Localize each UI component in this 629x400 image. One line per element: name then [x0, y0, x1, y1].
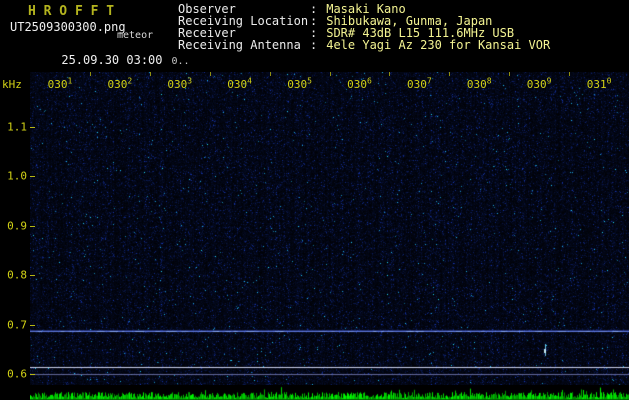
hrofft-screen: H R O F F T UT2509300300.png meteor 25.0… [0, 0, 629, 400]
info-table: Observer: Masaki Kano Receiving Location:… [178, 3, 550, 51]
freq-tick-label: 1.0 [0, 170, 27, 183]
time-tick-mark [509, 72, 510, 76]
filename-label: UT2509300300.png [10, 20, 126, 34]
timestamp-suffix: 0.. [172, 56, 190, 67]
freq-tick-label: 1.1 [0, 121, 27, 134]
time-tick-label: 0310 [587, 78, 612, 91]
time-tick-label: 0306 [347, 78, 372, 91]
time-tick-mark [150, 72, 151, 76]
time-tick-mark [569, 72, 570, 76]
signal-strip-canvas [30, 385, 629, 400]
spectrogram-canvas [30, 72, 629, 385]
freq-tick-mark [30, 176, 35, 177]
time-tick-label: 0309 [527, 78, 552, 91]
time-tick-mark [90, 72, 91, 76]
time-tick-label: 0304 [227, 78, 252, 91]
time-tick-label: 0308 [467, 78, 492, 91]
freq-tick-mark [30, 325, 35, 326]
signal-level-strip [30, 385, 629, 400]
time-tick-mark [389, 72, 390, 76]
freq-tick-label: 0.9 [0, 219, 27, 232]
info-row: Receiving Antenna: 4ele Yagi Az 230 for … [178, 39, 550, 51]
freq-unit-label: kHz [2, 78, 22, 91]
time-tick-mark [270, 72, 271, 76]
timestamp-text: 25.09.30 03:00 [61, 53, 162, 67]
info-separator: : [310, 39, 319, 51]
time-tick-label: 0305 [287, 78, 312, 91]
time-tick-label: 0307 [407, 78, 432, 91]
freq-tick-mark [30, 275, 35, 276]
time-tick-label: 0303 [167, 78, 192, 91]
info-key: Receiving Antenna [178, 39, 310, 51]
freq-tick-label: 0.6 [0, 368, 27, 381]
freq-tick-mark [30, 226, 35, 227]
time-tick-mark [330, 72, 331, 76]
time-tick-label: 0302 [107, 78, 132, 91]
info-value: 4ele Yagi Az 230 for Kansai VOR [319, 39, 550, 51]
app-title: H R O F F T [28, 4, 114, 19]
timestamp-label: 25.09.30 03:00 0.. [18, 39, 190, 81]
freq-tick-mark [30, 127, 35, 128]
freq-tick-label: 0.8 [0, 269, 27, 282]
time-tick-mark [449, 72, 450, 76]
time-tick-mark [210, 72, 211, 76]
time-tick-label: 0301 [48, 78, 73, 91]
spectrogram [30, 72, 629, 385]
freq-tick-label: 0.7 [0, 318, 27, 331]
freq-tick-mark [30, 374, 35, 375]
